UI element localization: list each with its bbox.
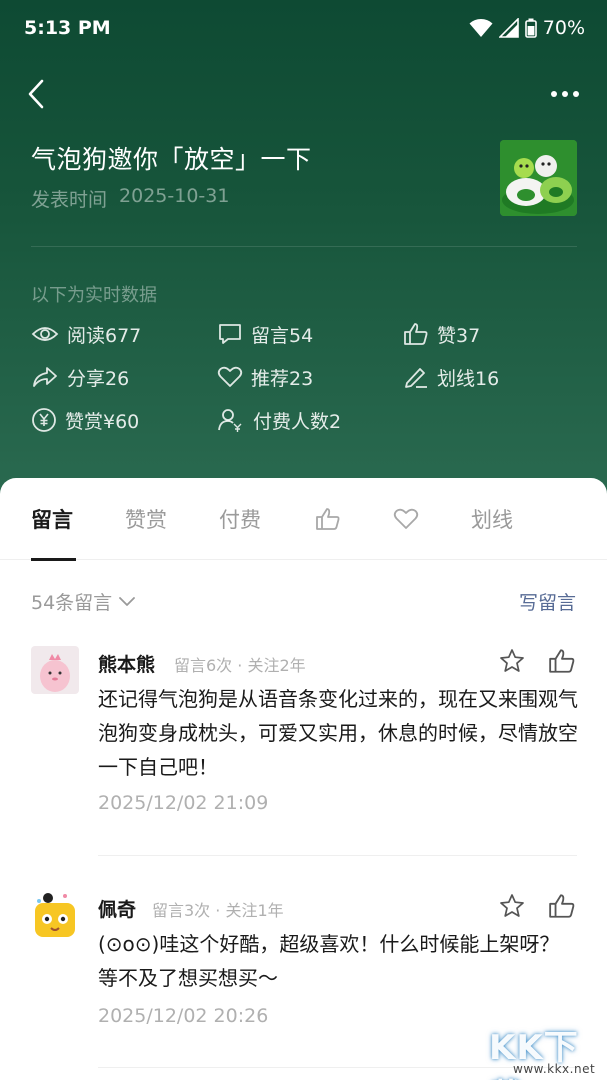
stat-comments: 留言54 — [217, 319, 313, 349]
comment-count-dropdown[interactable]: 54条留言 — [31, 588, 136, 615]
stat-reads-text: 阅读677 — [67, 324, 142, 347]
back-button[interactable] — [18, 76, 54, 112]
tab-likes[interactable] — [315, 504, 341, 534]
publish-info: 发表时间 2025-10-31 — [31, 185, 229, 212]
publish-date: 2025-10-31 — [119, 185, 230, 207]
comment-like-button[interactable] — [548, 647, 576, 675]
wifi-icon — [469, 19, 493, 37]
stat-highlights: 划线16 — [403, 362, 499, 392]
stat-payers-text: 付费人数2 — [253, 410, 342, 433]
article-stats-header: 5:13 PM 70% 气泡狗邀你「放空」一下 发表时间 2025-10-31 … — [0, 0, 607, 500]
stat-tips-text: 赞赏¥60 — [65, 410, 140, 433]
active-tab-indicator — [31, 558, 76, 561]
eye-icon — [31, 327, 59, 341]
chevron-down-icon — [119, 596, 136, 606]
yen-coin-icon — [32, 408, 56, 432]
status-time: 5:13 PM — [24, 17, 111, 39]
featured-star-button[interactable] — [498, 892, 526, 920]
star-icon — [500, 894, 524, 917]
commenter-name[interactable]: 熊本熊 — [98, 650, 155, 677]
comment-text: (⊙o⊙)哇这个好酷，超级喜欢！什么时候能上架呀？等不及了想买想买～ — [98, 932, 560, 990]
tab-highlights[interactable]: 划线 — [471, 504, 513, 534]
stat-likes-text: 赞37 — [437, 324, 481, 347]
avatar[interactable] — [31, 891, 79, 939]
tab-tips[interactable]: 赞赏 — [125, 504, 167, 534]
heart-icon — [217, 366, 243, 387]
avatar-image — [31, 646, 79, 694]
stat-comments-text: 留言54 — [251, 324, 314, 347]
more-options-button[interactable] — [547, 80, 583, 108]
article-title: 气泡狗邀你「放空」一下 — [31, 145, 312, 174]
star-icon — [500, 649, 524, 672]
share-arrow-icon — [33, 367, 57, 387]
tab-bar: 留言 赞赏 付费 划线 — [0, 478, 607, 561]
heart-icon — [393, 508, 419, 529]
cover-image — [500, 140, 577, 216]
chevron-left-icon — [28, 79, 44, 109]
comment-count-label: 54条留言 — [31, 592, 113, 614]
thumbs-up-icon — [549, 894, 575, 918]
thumbs-up-icon — [316, 508, 340, 530]
commenter-name[interactable]: 佩奇 — [98, 895, 136, 922]
stat-recommends-text: 推荐23 — [251, 367, 314, 390]
stat-likes: 赞37 — [403, 319, 480, 349]
signal-icon — [498, 18, 519, 38]
stat-shares-text: 分享26 — [67, 367, 130, 390]
comment-icon — [219, 324, 241, 344]
stat-reads: 阅读677 — [31, 319, 141, 349]
thumbs-up-icon — [404, 323, 428, 345]
battery-icon — [524, 18, 537, 38]
avatar[interactable] — [31, 646, 79, 694]
comment-timestamp: 2025/12/02 20:26 — [98, 1005, 269, 1027]
article-cover-thumbnail[interactable] — [500, 140, 577, 216]
tab-comments[interactable]: 留言 — [31, 504, 73, 534]
battery-level: 70% — [542, 17, 585, 39]
comment-text: 还记得气泡狗是从语音条变化过来的，现在又来围观气泡狗变身成枕头，可爱又实用，休息… — [98, 687, 578, 779]
more-dots-icon — [551, 91, 579, 97]
commenter-meta: 留言3次 · 关注1年 — [152, 901, 284, 920]
interaction-sheet: 留言 赞赏 付费 划线 54条留言 写留言 熊本熊 留言6次 · 关注2年 还记… — [0, 478, 607, 1080]
comment-timestamp: 2025/12/02 21:09 — [98, 792, 269, 814]
stat-highlights-text: 划线16 — [437, 367, 500, 390]
commenter-meta: 留言6次 · 关注2年 — [174, 656, 306, 675]
watermark-url: www.kkx.net — [513, 1062, 596, 1076]
stat-recommends: 推荐23 — [217, 362, 313, 392]
write-comment-button[interactable]: 写留言 — [519, 588, 576, 615]
stat-payers: 付费人数2 — [217, 405, 341, 435]
publish-label: 发表时间 — [31, 189, 108, 211]
comment-divider — [98, 855, 577, 856]
realtime-data-label: 以下为实时数据 — [31, 285, 157, 306]
stat-shares: 分享26 — [31, 362, 129, 392]
user-yen-icon — [218, 409, 242, 432]
header-divider — [31, 246, 577, 247]
stat-tips: 赞赏¥60 — [31, 405, 139, 435]
tab-recommends[interactable] — [393, 504, 419, 534]
watermark-logo: KK下载 www.kkx.net — [489, 1020, 601, 1080]
status-icons: 70% — [469, 17, 585, 39]
tab-paid[interactable]: 付费 — [219, 504, 261, 534]
pen-highlight-icon — [405, 368, 427, 388]
status-bar: 5:13 PM 70% — [0, 0, 607, 58]
comment-like-button[interactable] — [548, 892, 576, 920]
avatar-image — [31, 891, 79, 939]
thumbs-up-icon — [549, 649, 575, 673]
featured-star-button[interactable] — [498, 647, 526, 675]
